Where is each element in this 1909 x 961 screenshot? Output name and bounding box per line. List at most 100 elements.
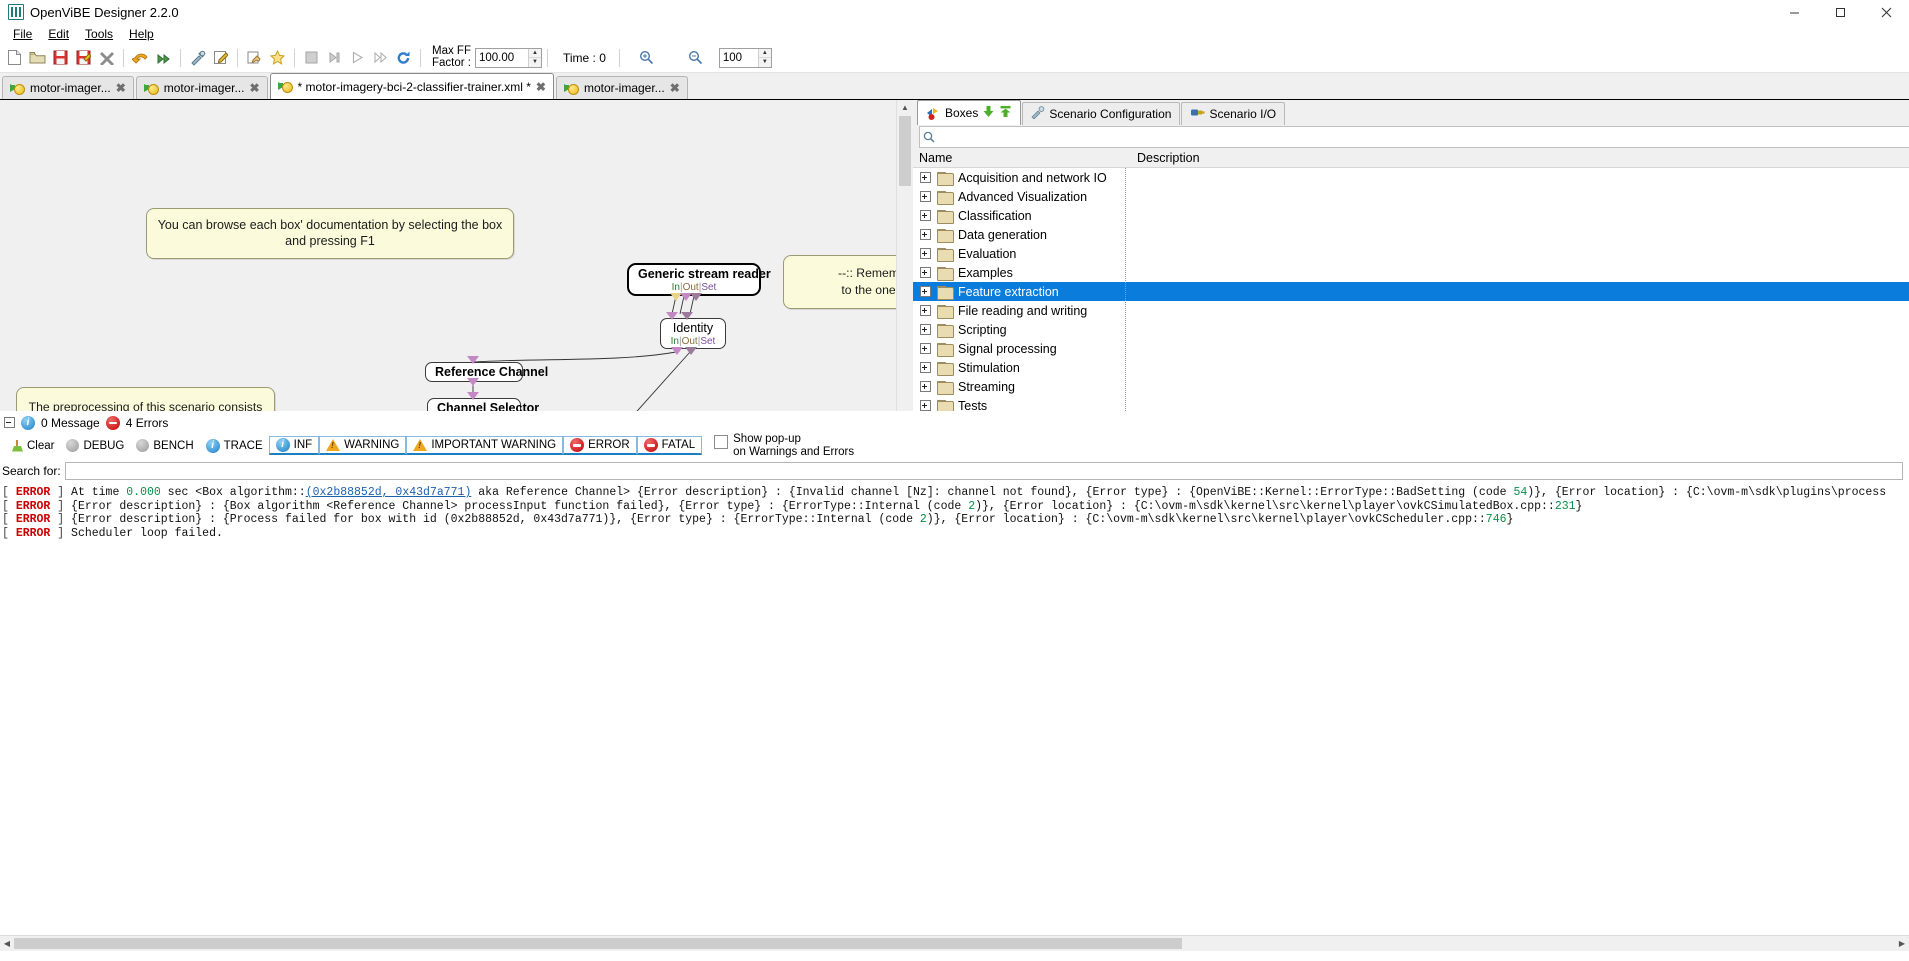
maximize-icon[interactable] — [1817, 0, 1863, 24]
tree-row-signal-processing[interactable]: Signal processing — [913, 339, 1909, 358]
expander-icon[interactable] — [920, 400, 931, 411]
scenario-tab-2-close-icon[interactable]: ✖ — [536, 80, 546, 94]
zoom-spinner-arrows[interactable]: ▲ ▼ — [757, 48, 771, 67]
filter-fatal[interactable]: FATAL — [636, 436, 703, 455]
port-input-triangle[interactable] — [681, 312, 693, 320]
collapse-icon[interactable] — [4, 417, 15, 428]
play-icon[interactable] — [346, 46, 369, 69]
close-icon[interactable] — [1863, 0, 1909, 24]
scenario-tab-3-close-icon[interactable]: ✖ — [670, 81, 680, 95]
box-search-input[interactable] — [939, 129, 1909, 145]
show-popup-checkbox[interactable] — [714, 434, 729, 449]
menu-help[interactable]: Help — [121, 26, 162, 42]
log-line-0-box-id-link[interactable]: (0x2b88852d, 0x43d7a771) — [306, 486, 472, 499]
comment-documentation-tip[interactable]: You can browse each box' documentation b… — [146, 208, 514, 259]
tab-scenario-io[interactable]: Scenario I/O — [1181, 102, 1286, 125]
tree-row-acquisition-and-network-io[interactable]: Acquisition and network IO — [913, 168, 1909, 187]
filter-warning[interactable]: WARNING — [319, 436, 407, 455]
expander-icon[interactable] — [920, 172, 931, 183]
expand-all-icon[interactable] — [999, 105, 1012, 121]
scenario-tab-1[interactable]: motor-imager... ✖ — [135, 76, 268, 99]
max-ff-input[interactable] — [475, 48, 528, 67]
expander-icon[interactable] — [920, 267, 931, 278]
tree-row-data-generation[interactable]: Data generation — [913, 225, 1909, 244]
tab-scenario-configuration[interactable]: Scenario Configuration — [1022, 102, 1181, 125]
port-input-triangle[interactable] — [666, 312, 678, 320]
log-horizontal-scrollbar[interactable]: ◀ ▶ — [0, 935, 1909, 951]
scroll-left-icon[interactable]: ◀ — [0, 939, 14, 949]
log-hscroll-track[interactable] — [14, 938, 1895, 949]
tree-row-feature-extraction[interactable]: Feature extraction — [913, 282, 1909, 301]
zoom-in-icon[interactable] — [635, 46, 658, 69]
tree-row-streaming[interactable]: Streaming — [913, 377, 1909, 396]
tree-row-stimulation[interactable]: Stimulation — [913, 358, 1909, 377]
filter-inf[interactable]: i INF — [268, 436, 320, 455]
save-icon[interactable] — [49, 46, 72, 69]
expander-icon[interactable] — [920, 286, 931, 297]
filter-bench[interactable]: BENCH — [130, 436, 199, 455]
scenario-tab-0[interactable]: motor-imager... ✖ — [2, 76, 134, 99]
scenario-tab-1-close-icon[interactable]: ✖ — [249, 81, 259, 95]
expander-icon[interactable] — [920, 324, 931, 335]
clear-button[interactable]: Clear — [6, 438, 60, 454]
collapse-all-icon[interactable] — [982, 105, 995, 121]
step-icon[interactable] — [323, 46, 346, 69]
log-search-input[interactable] — [64, 462, 1903, 480]
scroll-right-icon[interactable]: ▶ — [1895, 939, 1909, 949]
expander-icon[interactable] — [920, 210, 931, 221]
menu-edit[interactable]: Edit — [40, 26, 77, 42]
filter-important-warning[interactable]: IMPORTANT WARNING — [406, 436, 564, 455]
expander-icon[interactable] — [920, 362, 931, 373]
restart-icon[interactable] — [392, 46, 415, 69]
favorite-icon[interactable] — [266, 46, 289, 69]
tree-row-examples[interactable]: Examples — [913, 263, 1909, 282]
scenario-tab-0-close-icon[interactable]: ✖ — [116, 81, 126, 95]
minimize-icon[interactable] — [1771, 0, 1817, 24]
box-generic-stream-reader[interactable]: Generic stream reader In|Out|Set — [627, 263, 771, 296]
preferences-icon[interactable] — [186, 46, 209, 69]
port-output-triangle[interactable] — [690, 293, 702, 301]
zoom-spinner[interactable]: ▲ ▼ — [718, 47, 772, 68]
edit-icon[interactable] — [209, 46, 232, 69]
max-ff-spinner[interactable]: ▲ ▼ — [474, 47, 542, 68]
comment-remember[interactable]: --:: Remember to chan to the one you rec… — [783, 255, 896, 309]
about-icon[interactable] — [243, 46, 266, 69]
box-search-row[interactable] — [919, 126, 1909, 148]
spinner-down-icon[interactable]: ▼ — [529, 58, 541, 67]
close-scenario-icon[interactable] — [95, 46, 118, 69]
spinner-up-icon[interactable]: ▲ — [528, 49, 541, 58]
canvas-vscroll-thumb[interactable] — [899, 116, 911, 186]
filter-trace[interactable]: i TRACE — [200, 436, 269, 455]
box-identity-top[interactable]: Identity In|Out|Set — [660, 318, 726, 349]
redo-icon[interactable] — [152, 46, 175, 69]
port-input-triangle[interactable] — [467, 356, 479, 364]
zoom-out-icon[interactable] — [684, 46, 707, 69]
menu-tools[interactable]: Tools — [77, 26, 121, 42]
tree-row-file-reading-and-writing[interactable]: File reading and writing — [913, 301, 1909, 320]
tree-row-classification[interactable]: Classification — [913, 206, 1909, 225]
menu-file[interactable]: File — [5, 26, 40, 42]
spinner-down-icon[interactable]: ▼ — [759, 58, 771, 67]
scroll-up-icon[interactable]: ▲ — [897, 100, 913, 115]
expander-icon[interactable] — [920, 229, 931, 240]
tree-row-advanced-visualization[interactable]: Advanced Visualization — [913, 187, 1909, 206]
tab-boxes[interactable]: Boxes — [917, 100, 1022, 125]
fast-forward-icon[interactable] — [369, 46, 392, 69]
spinner-up-icon[interactable]: ▲ — [758, 49, 771, 58]
save-as-icon[interactable] — [72, 46, 95, 69]
zoom-input[interactable] — [719, 48, 758, 67]
scenario-tab-3[interactable]: motor-imager... ✖ — [555, 76, 688, 99]
undo-icon[interactable] — [129, 46, 152, 69]
expander-icon[interactable] — [920, 305, 931, 316]
show-popup-checkbox-group[interactable]: Show pop-up on Warnings and Errors — [714, 433, 854, 459]
max-ff-spinner-arrows[interactable]: ▲ ▼ — [527, 48, 541, 67]
port-input-triangle[interactable] — [467, 392, 479, 400]
filter-error[interactable]: ERROR — [563, 436, 637, 455]
tree-row-scripting[interactable]: Scripting — [913, 320, 1909, 339]
port-output-triangle[interactable] — [467, 378, 479, 386]
tree-row-evaluation[interactable]: Evaluation — [913, 244, 1909, 263]
expander-icon[interactable] — [920, 381, 931, 392]
filter-debug[interactable]: DEBUG — [60, 436, 130, 455]
expander-icon[interactable] — [920, 191, 931, 202]
scenario-tab-2[interactable]: * motor-imagery-bci-2-classifier-trainer… — [269, 73, 554, 99]
